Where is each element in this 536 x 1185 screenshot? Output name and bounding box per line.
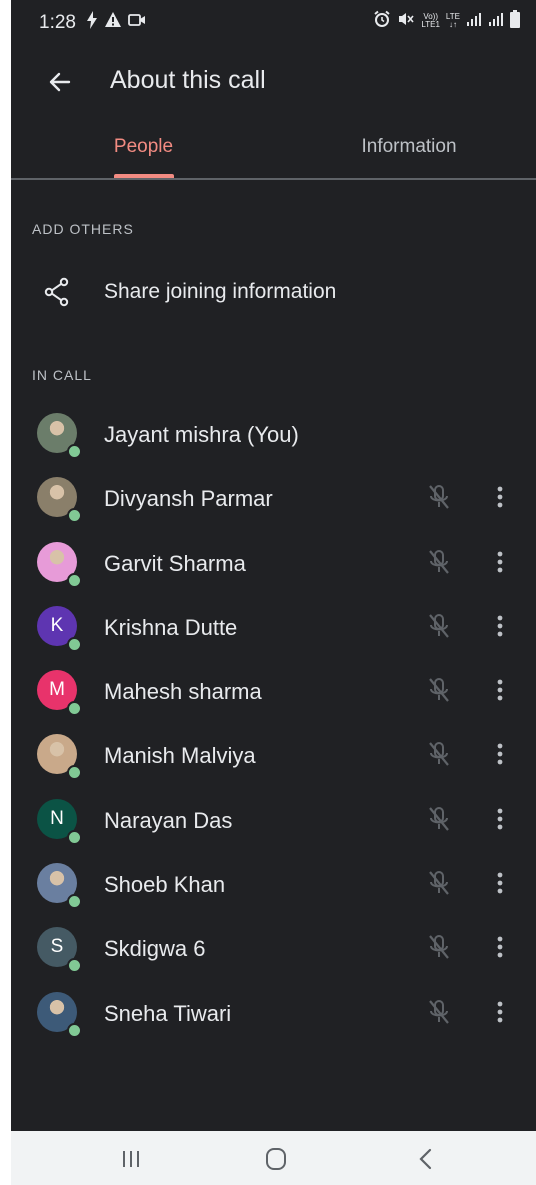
tab-information-label: Information xyxy=(361,136,457,157)
participant-row[interactable]: Garvit Sharma xyxy=(11,531,536,595)
participant-row[interactable]: Manish Malviya xyxy=(11,723,536,787)
back-icon xyxy=(419,1148,432,1170)
mic-off-icon xyxy=(429,806,449,831)
more-options-icon[interactable] xyxy=(490,868,510,898)
more-options-icon[interactable] xyxy=(490,482,510,512)
tab-people[interactable]: People xyxy=(71,130,216,178)
participant-row[interactable]: Jayant mishra (You) xyxy=(11,402,536,466)
more-options-icon[interactable] xyxy=(490,997,510,1027)
mic-off-icon xyxy=(429,871,449,895)
share-label: Share joining information xyxy=(104,280,337,303)
more-options-icon[interactable] xyxy=(490,611,510,641)
page-title: About this call xyxy=(110,66,266,94)
signal-icon xyxy=(488,11,504,30)
tab-information[interactable]: Information xyxy=(329,130,489,178)
online-status-dot xyxy=(67,958,82,974)
recent-apps-icon xyxy=(123,1151,139,1167)
more-options-icon[interactable] xyxy=(490,739,510,769)
warning-icon xyxy=(104,11,122,34)
system-nav-bar xyxy=(11,1131,536,1185)
home-button[interactable] xyxy=(256,1143,296,1175)
share-icon xyxy=(44,277,69,307)
battery-icon xyxy=(510,10,520,31)
back-button[interactable] xyxy=(41,62,81,102)
arrow-back-icon xyxy=(49,72,71,92)
add-others-header: ADD OTHERS xyxy=(32,221,134,237)
mic-off-icon xyxy=(429,678,449,702)
mic-off-icon xyxy=(429,613,449,638)
mute-icon xyxy=(397,10,415,31)
mic-off-icon xyxy=(429,485,449,509)
avatar-initial: S xyxy=(50,936,64,958)
tab-divider xyxy=(11,178,536,180)
online-status-dot xyxy=(67,636,82,652)
participant-name: Divyansh Parmar xyxy=(104,486,273,512)
participant-name: Sneha Tiwari xyxy=(104,1000,232,1026)
volte-icon: Vo)) LTE1 xyxy=(421,12,440,29)
online-status-dot xyxy=(67,444,82,459)
participant-row[interactable]: S Skdigwa 6 xyxy=(11,916,536,980)
status-bar: 1:28 Vo)) LTE1 LTE ↓↑ xyxy=(11,0,536,44)
participant-row[interactable]: M Mahesh sharma xyxy=(11,659,536,723)
nav-back-button[interactable] xyxy=(406,1143,446,1175)
alarm-icon xyxy=(373,10,391,31)
signal-icon xyxy=(466,11,482,30)
participant-row[interactable]: N Narayan Das xyxy=(11,788,536,852)
online-status-dot xyxy=(67,701,82,717)
flash-icon xyxy=(86,11,98,34)
participant-name: Jayant mishra (You) xyxy=(104,422,299,447)
avatar-initial: K xyxy=(50,614,64,636)
participant-name: Narayan Das xyxy=(104,807,233,833)
online-status-dot xyxy=(67,508,82,524)
status-right-icons: Vo)) LTE1 LTE ↓↑ xyxy=(373,10,520,31)
recent-apps-button[interactable] xyxy=(111,1143,151,1175)
online-status-dot xyxy=(67,894,82,910)
participant-row[interactable]: Shoeb Khan xyxy=(11,852,536,916)
more-options-icon[interactable] xyxy=(490,547,510,577)
participant-name: Mahesh sharma xyxy=(104,679,262,705)
more-options-icon[interactable] xyxy=(490,932,510,962)
online-status-dot xyxy=(67,1022,82,1038)
more-options-icon[interactable] xyxy=(490,675,510,705)
tab-people-label: People xyxy=(113,136,174,157)
participant-name: Krishna Dutte xyxy=(104,614,238,640)
participant-row[interactable]: Divyansh Parmar xyxy=(11,466,536,530)
in-call-header: IN CALL xyxy=(32,367,92,383)
more-options-icon[interactable] xyxy=(490,804,510,834)
avatar-initial: M xyxy=(49,679,65,701)
lte-bottom-text: ↓↑ xyxy=(448,19,457,29)
call-details-screen: 1:28 Vo)) LTE1 LTE ↓↑ About this call Pe… xyxy=(11,0,536,1185)
mic-off-icon xyxy=(429,549,449,574)
participant-name: Skdigwa 6 xyxy=(104,936,206,962)
video-icon xyxy=(128,11,146,34)
online-status-dot xyxy=(67,765,82,781)
mic-off-icon xyxy=(429,742,449,767)
lte-icon: LTE ↓↑ xyxy=(446,12,460,29)
online-status-dot xyxy=(67,829,82,845)
online-status-dot xyxy=(67,572,82,588)
participant-row[interactable]: K Krishna Dutte xyxy=(11,595,536,659)
mic-off-icon xyxy=(429,935,449,960)
status-time: 1:28 xyxy=(39,12,76,33)
avatar-initial: N xyxy=(50,807,64,829)
mic-off-icon xyxy=(429,999,449,1024)
participant-name: Manish Malviya xyxy=(104,743,256,769)
participant-name: Garvit Sharma xyxy=(104,550,246,576)
participant-list: Jayant mishra (You) Divyansh Parmar Garvit… xyxy=(11,402,536,1045)
home-icon xyxy=(266,1148,286,1170)
participant-name: Shoeb Khan xyxy=(104,872,226,898)
volte-bottom-text: LTE1 xyxy=(421,19,440,29)
share-joining-info-button[interactable]: Share joining information xyxy=(11,262,536,324)
participant-row[interactable]: Sneha Tiwari xyxy=(11,981,536,1045)
